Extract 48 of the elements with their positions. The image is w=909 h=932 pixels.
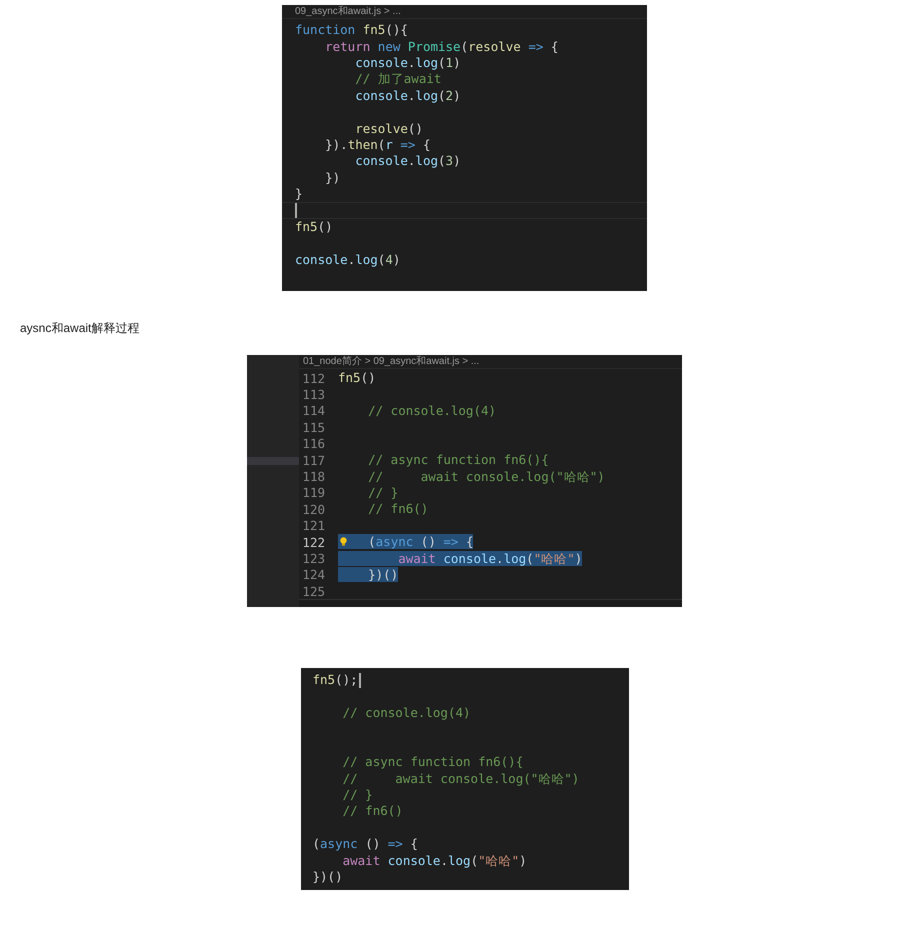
caption: aysnc和await解释过程 — [20, 320, 140, 337]
code-line: console.log(2) — [354, 88, 461, 104]
code-line: await console.log("哈哈") — [342, 852, 527, 868]
code-line: // fn6() — [367, 501, 428, 518]
code-line: (async () => { — [338, 534, 474, 550]
code-line: // console.log(4) — [342, 704, 471, 721]
code-line: // async function fn6(){ — [367, 452, 549, 468]
line-number: 125 — [301, 584, 326, 599]
code-line: // 加了await — [354, 71, 442, 88]
code-line: resolve() — [354, 120, 423, 137]
line-number: 124 — [301, 567, 326, 582]
code-line: (async () => { — [312, 836, 418, 852]
code-line: console.log(4) — [295, 252, 400, 268]
code-line: fn5(); — [312, 672, 358, 688]
line-number: 117 — [301, 452, 326, 468]
line-number: 119 — [301, 485, 326, 500]
code-line: return new Promise(resolve => { — [324, 38, 558, 55]
breadcrumb[interactable]: 01_node简介 > 09_async和await.js > ... — [303, 356, 480, 368]
line-number: 114 — [301, 403, 326, 418]
code-line: fn5() — [295, 218, 333, 235]
code-line: // await console.log("哈哈") — [367, 468, 605, 485]
code-line: await console.log("哈哈") — [338, 550, 582, 566]
line-number: 112 — [301, 370, 326, 386]
code-line: } — [295, 186, 303, 202]
code-line: console.log(3) — [354, 153, 461, 170]
code-line: }).then(r => { — [324, 136, 430, 153]
code-line: // fn6() — [342, 803, 403, 820]
code-line: console.log(1) — [354, 54, 461, 71]
line-number: 123 — [301, 551, 326, 566]
code-line: // await console.log("哈哈") — [342, 770, 580, 787]
lightbulb-icon[interactable] — [340, 536, 347, 546]
line-number: 116 — [301, 436, 326, 452]
line-number: 120 — [301, 502, 326, 517]
line-number: 115 — [301, 420, 326, 435]
breadcrumb[interactable]: 09_async和await.js > ... — [295, 6, 401, 18]
code-line: // console.log(4) — [367, 402, 496, 419]
code-line: // async function fn6(){ — [342, 754, 524, 770]
code-line: // } — [367, 484, 398, 501]
line-number: 113 — [301, 387, 326, 402]
sidebar-row — [247, 457, 299, 465]
code-line: function fn5(){ — [295, 22, 408, 38]
code-line: })() — [312, 868, 343, 885]
line-number: 122 — [301, 534, 326, 550]
code-line: }) — [324, 170, 340, 186]
line-number: 121 — [301, 518, 326, 534]
line-number: 118 — [301, 469, 326, 484]
code-line: fn5() — [338, 370, 376, 386]
code-line: // } — [342, 786, 373, 803]
